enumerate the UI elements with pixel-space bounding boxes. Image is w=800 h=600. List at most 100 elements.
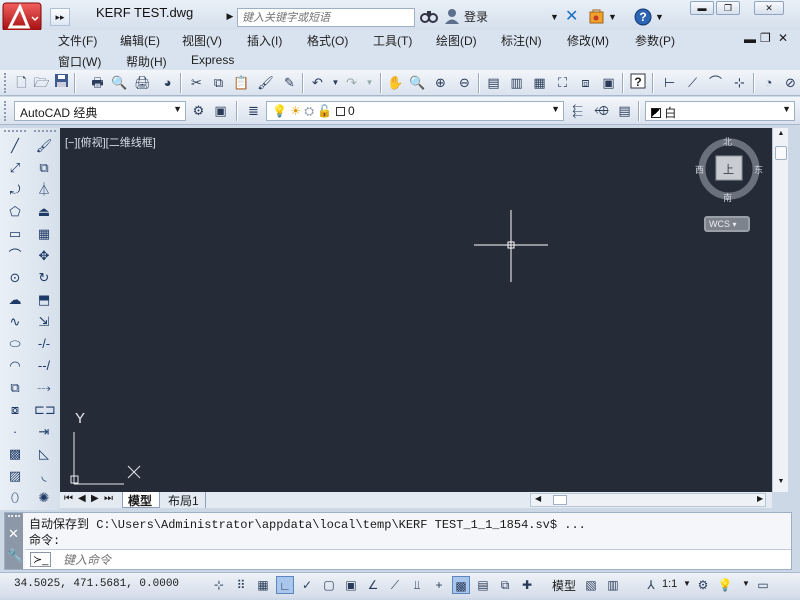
menu-file[interactable]: 文件(F) — [58, 32, 97, 49]
help-dropdown-arrow-icon[interactable]: ▼ — [655, 7, 664, 27]
scale-icon[interactable]: ⬒ — [34, 290, 54, 310]
grid-display-icon[interactable]: ▦ — [254, 576, 272, 594]
polygon-icon[interactable]: ⬠ — [5, 202, 25, 222]
next-tab-icon[interactable]: ▶ — [91, 493, 99, 504]
drawing-area[interactable]: [−][俯视][二维线框] 北 南 东 西 上 WCS ▾ Y — [60, 128, 772, 492]
quick-properties-icon[interactable]: ▤ — [474, 576, 492, 594]
properties-icon[interactable]: ▤ — [484, 73, 503, 92]
ortho-mode-icon[interactable]: ∟ — [276, 576, 294, 594]
extend-icon[interactable]: --/ — [34, 356, 54, 376]
help-toolbar-icon[interactable]: ? — [628, 73, 647, 92]
horizontal-scroll-thumb[interactable] — [553, 495, 567, 505]
workspace-settings-gear-icon[interactable]: ⚙ — [189, 101, 208, 120]
menu-format[interactable]: 格式(O) — [307, 32, 348, 49]
quick-calc-icon[interactable]: ▣ — [599, 73, 618, 92]
redo-dropdown-icon[interactable]: ▼ — [360, 73, 379, 92]
open-file-icon[interactable]: 🗁 — [32, 73, 51, 92]
break-icon[interactable]: ⊏⊐ — [34, 400, 56, 420]
horizontal-scrollbar[interactable]: ◀ ▶ — [530, 493, 766, 507]
restore-window-icon[interactable]: ❐ — [716, 1, 740, 15]
layer-properties-icon[interactable]: ≣ — [244, 101, 263, 120]
vertical-scroll-thumb[interactable] — [775, 146, 787, 160]
toolbar-grip[interactable] — [4, 101, 8, 121]
menu-draw[interactable]: 绘图(D) — [436, 32, 477, 49]
clean-screen-icon[interactable]: ▭ — [754, 576, 772, 594]
region-icon[interactable]: ⬯ — [5, 488, 25, 508]
wcs-menu-button[interactable]: WCS ▾ — [704, 216, 750, 232]
cursor-coordinates[interactable]: 34.5025, 471.5681, 0.0000 — [14, 578, 179, 590]
quick-view-drawings-icon[interactable]: ▥ — [604, 576, 622, 594]
object-snap-icon[interactable]: ▢ — [320, 576, 338, 594]
explode-icon[interactable]: ✺ — [34, 488, 54, 508]
transparency-icon[interactable]: ▩ — [452, 576, 470, 594]
toolbar-grip[interactable] — [34, 130, 56, 135]
app-store-icon[interactable] — [588, 7, 606, 27]
erase-icon[interactable]: 🖌 — [34, 136, 54, 156]
menu-parametric[interactable]: 参数(P) — [635, 32, 675, 49]
workspace-dropdown[interactable]: AutoCAD 经典 ▼ — [14, 101, 186, 121]
command-prompt-icon[interactable]: ≻_ — [30, 552, 52, 567]
line-icon[interactable]: ╱ — [5, 136, 25, 156]
construction-line-icon[interactable]: ⤢ — [5, 158, 25, 178]
save-icon[interactable] — [52, 73, 71, 92]
layer-dropdown[interactable]: 💡 ☀ ⛭ 🔓 0 ▼ — [266, 101, 564, 121]
first-tab-icon[interactable]: ⏮ — [64, 493, 73, 504]
new-file-icon[interactable]: 🗋 — [12, 73, 31, 92]
move-icon[interactable]: ✥ — [34, 246, 54, 266]
workspace-switching-icon[interactable]: ⚙ — [694, 576, 712, 594]
polar-tracking-icon[interactable]: ✓ — [298, 576, 316, 594]
dynamic-input-icon[interactable]: ⫫ — [408, 576, 426, 594]
close-command-line-icon[interactable]: ✕ — [8, 526, 19, 542]
scroll-down-icon[interactable]: ▼ — [775, 478, 787, 488]
arc-icon[interactable]: ⌒ — [5, 246, 25, 266]
paste-icon[interactable]: 📋 — [232, 73, 251, 92]
menu-express[interactable]: Express — [191, 53, 234, 67]
arc-length-icon[interactable]: ⌒ — [706, 73, 725, 92]
lightbulb-icon[interactable]: 💡 — [716, 576, 734, 594]
layer-state-icon[interactable]: ▤ — [615, 101, 634, 120]
rotate-icon[interactable]: ↻ — [34, 268, 54, 288]
command-line-handle[interactable]: ✕ 🔧 — [5, 513, 23, 569]
user-icon[interactable] — [444, 7, 460, 27]
spline-icon[interactable]: ∿ — [5, 312, 25, 332]
menu-tools[interactable]: 工具(T) — [373, 32, 412, 49]
polyline-icon[interactable]: ⤾ — [5, 180, 25, 200]
ellipse-icon[interactable]: ⬭ — [5, 334, 25, 354]
point-icon[interactable]: · — [5, 422, 25, 442]
scroll-left-icon[interactable]: ◀ — [535, 494, 541, 503]
login-link[interactable]: 登录 — [464, 8, 488, 25]
fillet-icon[interactable]: ◟ — [34, 466, 54, 486]
application-menu-button[interactable] — [2, 2, 44, 32]
gradient-icon[interactable]: ▨ — [5, 466, 25, 486]
make-object-layer-current-icon[interactable]: ⬱ — [568, 101, 587, 120]
mirror-icon[interactable]: ⏃ — [34, 180, 54, 200]
layer-previous-icon[interactable]: ⬲ — [592, 101, 611, 120]
copy-icon[interactable]: ⧉ — [209, 73, 228, 92]
menu-view[interactable]: 视图(V) — [182, 32, 222, 49]
toolbar-grip[interactable] — [4, 73, 8, 93]
ellipse-arc-icon[interactable]: ◠ — [5, 356, 25, 376]
chamfer-icon[interactable]: ◺ — [34, 444, 54, 464]
ordinate-dimension-icon[interactable]: ⊹ — [730, 73, 749, 92]
status-menu-arrow-icon[interactable]: ▼ — [742, 579, 750, 588]
markup-icon[interactable]: ⧈ — [576, 73, 595, 92]
menu-help[interactable]: 帮助(H) — [126, 53, 167, 70]
model-space-button[interactable]: 模型 — [552, 577, 576, 594]
rectangle-icon[interactable]: ▭ — [5, 224, 25, 244]
toolbar-grip[interactable] — [8, 515, 20, 519]
object-snap-tracking-icon[interactable]: ∠ — [364, 576, 382, 594]
dynamic-ucs-icon[interactable]: ⟋ — [386, 576, 404, 594]
exchange-icon[interactable]: ✕ — [565, 7, 578, 27]
doc-close-icon[interactable]: ✕ — [778, 31, 788, 45]
copy-object-icon[interactable]: ⧉ — [34, 158, 54, 178]
diameter-dimension-icon[interactable]: ⊘ — [781, 73, 800, 92]
snap-mode-icon[interactable]: ⠿ — [232, 576, 250, 594]
cut-icon[interactable]: ✂ — [187, 73, 206, 92]
annotation-scale-icon[interactable]: ⅄ — [642, 576, 660, 594]
login-dropdown-arrow-icon[interactable]: ▼ — [550, 7, 559, 27]
3d-print-icon[interactable]: ◕ — [158, 73, 177, 92]
search-expand-arrow-icon[interactable]: ▶ — [224, 7, 236, 25]
tab-layout1[interactable]: 布局1 — [162, 492, 206, 508]
color-dropdown[interactable]: 白 ▼ — [645, 101, 795, 121]
block-editor-icon[interactable]: ✎ — [280, 73, 299, 92]
